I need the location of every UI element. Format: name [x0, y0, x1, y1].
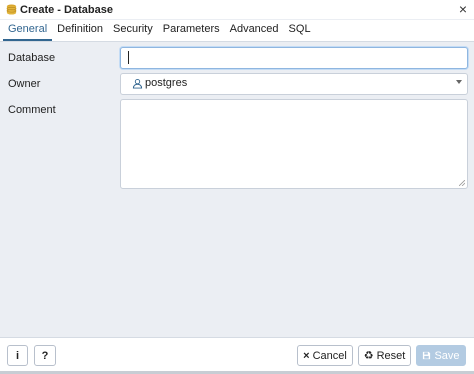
owner-value: postgres [145, 77, 188, 89]
dialog-footer: i ? × Cancel ♻ Reset Save [0, 337, 474, 374]
general-panel: Database Owner postgres Comment [0, 43, 474, 337]
dialog-title: Create - Database [20, 3, 113, 16]
owner-label: Owner [8, 78, 41, 90]
cancel-button[interactable]: × Cancel [297, 345, 353, 366]
tab-bar: General Definition Security Parameters A… [0, 20, 474, 42]
text-cursor [128, 51, 129, 64]
save-button[interactable]: Save [416, 345, 466, 366]
save-label: Save [434, 349, 460, 362]
help-button[interactable]: ? [34, 345, 56, 366]
close-icon: × [303, 349, 310, 362]
comment-textarea[interactable] [120, 99, 468, 189]
reset-label: Reset [376, 349, 406, 362]
close-icon[interactable]: × [459, 1, 467, 17]
comment-label: Comment [8, 104, 56, 116]
tab-security[interactable]: Security [108, 19, 158, 41]
tab-parameters[interactable]: Parameters [158, 19, 225, 41]
database-label: Database [8, 52, 56, 64]
tab-general[interactable]: General [3, 19, 53, 41]
cancel-label: Cancel [312, 349, 347, 362]
tab-advanced[interactable]: Advanced [225, 19, 284, 41]
owner-select[interactable]: postgres [120, 73, 468, 95]
info-button[interactable]: i [7, 345, 28, 366]
save-icon [423, 351, 431, 360]
reset-button[interactable]: ♻ Reset [358, 345, 411, 366]
user-icon [132, 79, 143, 89]
tab-definition[interactable]: Definition [52, 19, 108, 41]
tab-sql[interactable]: SQL [284, 19, 316, 41]
database-input[interactable] [120, 47, 468, 69]
dialog-titlebar: Create - Database × [0, 0, 474, 19]
chevron-down-icon[interactable] [456, 80, 462, 84]
database-icon [6, 4, 17, 15]
recycle-icon: ♻ [363, 350, 374, 362]
resize-handle-icon[interactable] [459, 180, 465, 186]
